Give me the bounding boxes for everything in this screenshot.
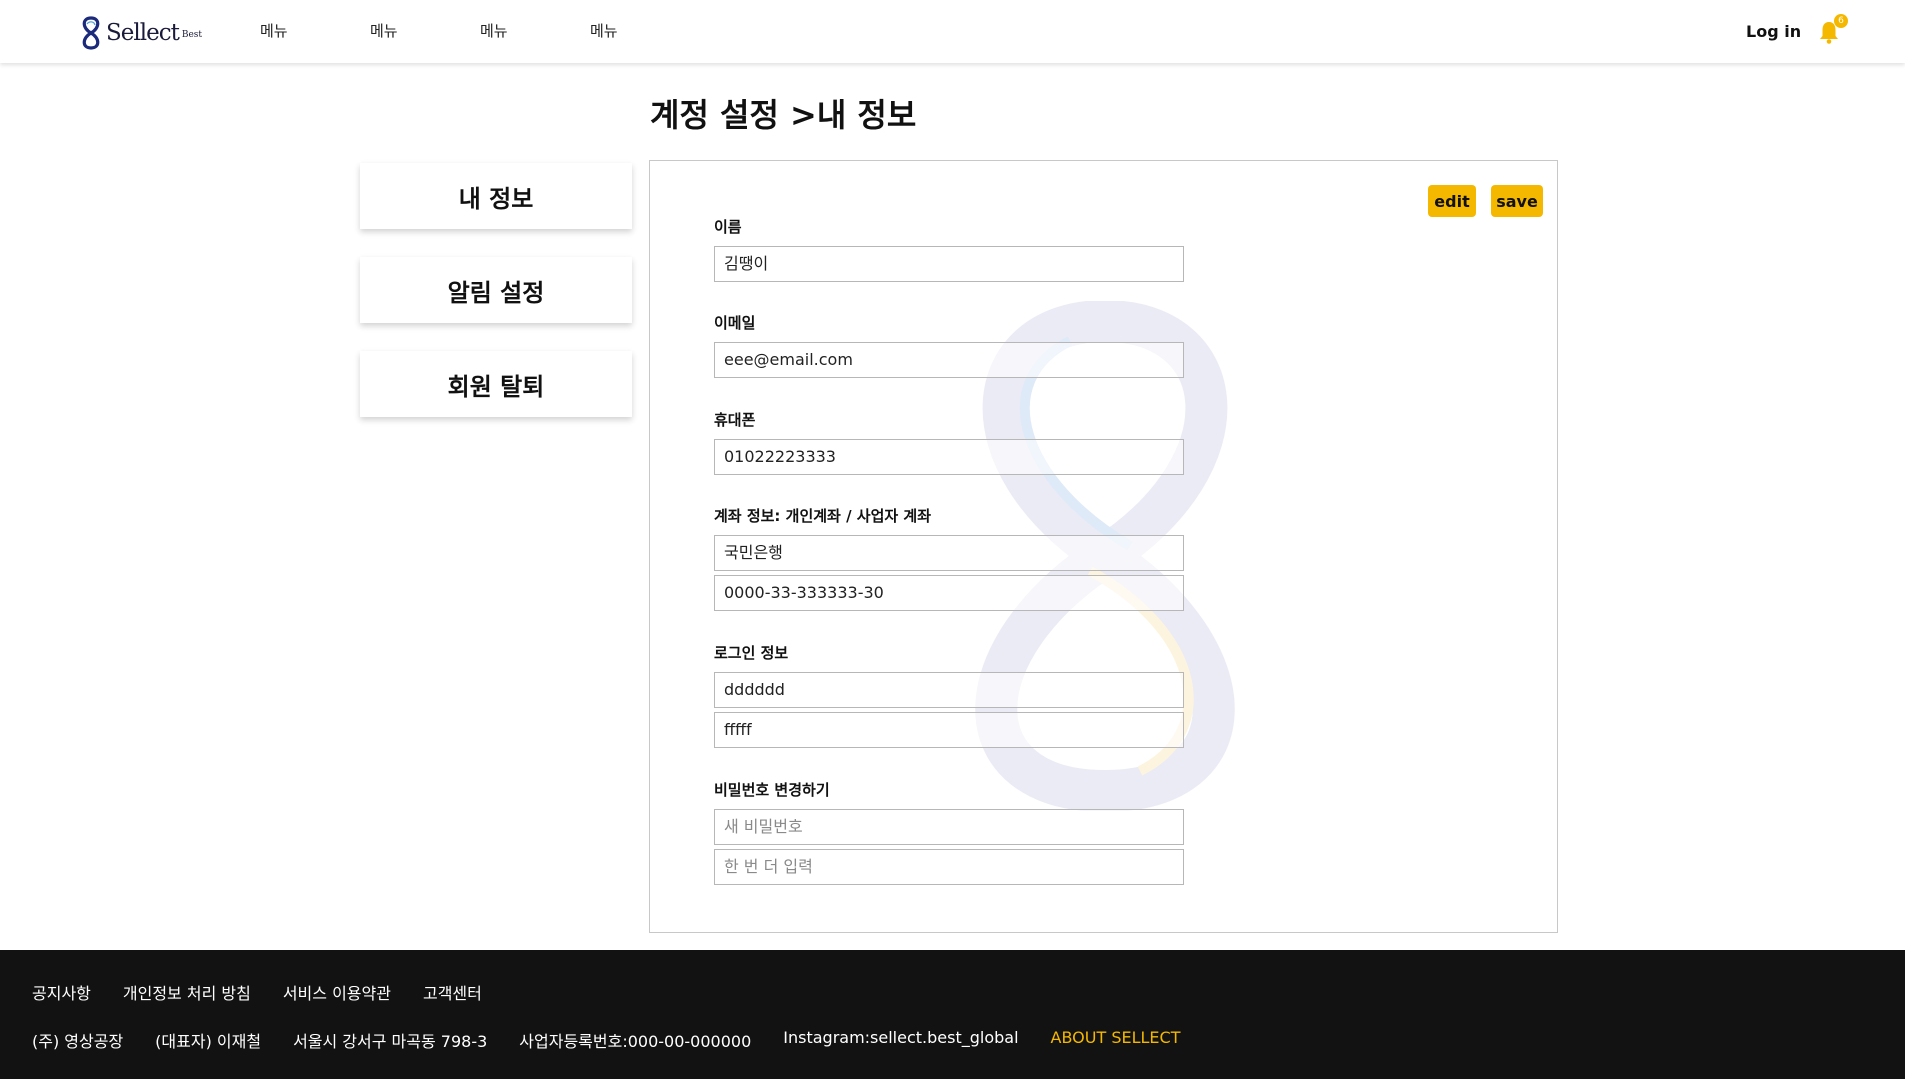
logo-subtext: Best: [181, 30, 203, 40]
account-info-label: 계좌 정보: 개인계좌 / 사업자 계좌: [714, 507, 931, 525]
account-number-field[interactable]: 0000-33-333333-30: [714, 575, 1184, 611]
footer-company-info: (주) 영상공장 (대표자) 이재철 서울시 강서구 마곡동 798-3 사업자…: [32, 1028, 1180, 1052]
save-button[interactable]: save: [1491, 185, 1543, 217]
email-label: 이메일: [714, 314, 756, 332]
instagram-handle: Instagram:sellect.best_global: [783, 1028, 1019, 1047]
footer-link-privacy[interactable]: 개인정보 처리 방침: [123, 980, 251, 1004]
footer-link-notice[interactable]: 공지사항: [32, 980, 91, 1004]
account-form-panel: edit save 이름 김땡이 이메일 eee@email.com 휴대폰 0…: [649, 160, 1558, 933]
login-password-field[interactable]: fffff: [714, 712, 1184, 748]
name-field[interactable]: 김땡이: [714, 246, 1184, 282]
phone-field[interactable]: 01022223333: [714, 439, 1184, 475]
nav-item-menu-1[interactable]: 메뉴: [260, 20, 370, 41]
login-link[interactable]: Log in: [1746, 22, 1801, 41]
name-label: 이름: [714, 218, 742, 236]
new-password-field[interactable]: 새 비밀번호: [714, 809, 1184, 845]
logo-mark-icon: [82, 16, 100, 50]
nav-item-menu-3[interactable]: 메뉴: [480, 20, 590, 41]
top-header: Sellect Best 메뉴 메뉴 메뉴 메뉴 Log in 6: [0, 0, 1905, 63]
about-sellect-link[interactable]: ABOUT SELLECT: [1051, 1028, 1181, 1052]
company-address: 서울시 강서구 마곡동 798-3: [293, 1032, 488, 1051]
password-change-label: 비밀번호 변경하기: [714, 781, 830, 799]
footer-links: 공지사항 개인정보 처리 방침 서비스 이용약관 고객센터: [32, 980, 514, 1004]
footer: 공지사항 개인정보 처리 방침 서비스 이용약관 고객센터 (주) 영상공장 (…: [0, 950, 1905, 1079]
nav-item-menu-2[interactable]: 메뉴: [370, 20, 480, 41]
logo-text: Sellect: [106, 20, 180, 46]
footer-link-terms[interactable]: 서비스 이용약관: [283, 980, 391, 1004]
footer-link-support[interactable]: 고객센터: [423, 980, 482, 1004]
business-number: 사업자등록번호:000-00-000000: [519, 1032, 752, 1051]
edit-button[interactable]: edit: [1428, 185, 1476, 217]
sidebar-item-withdraw[interactable]: 회원 탈퇴: [360, 351, 632, 417]
sellect-logo[interactable]: Sellect Best: [78, 14, 202, 50]
company-name: (주) 영상공장: [32, 1032, 124, 1051]
sidebar-item-my-info[interactable]: 내 정보: [360, 163, 632, 229]
phone-label: 휴대폰: [714, 411, 756, 429]
bank-name-field[interactable]: 국민은행: [714, 535, 1184, 571]
login-id-field[interactable]: dddddd: [714, 672, 1184, 708]
nav-item-menu-4[interactable]: 메뉴: [590, 20, 700, 41]
sidebar-item-notification-settings[interactable]: 알림 설정: [360, 257, 632, 323]
notification-count-badge: 6: [1834, 14, 1848, 28]
login-info-label: 로그인 정보: [714, 644, 789, 662]
page-title: 계정 설정 >내 정보: [650, 96, 917, 134]
email-field[interactable]: eee@email.com: [714, 342, 1184, 378]
main-nav: 메뉴 메뉴 메뉴 메뉴: [260, 20, 700, 41]
confirm-password-field[interactable]: 한 번 더 입력: [714, 849, 1184, 885]
company-ceo: (대표자) 이재철: [155, 1032, 262, 1051]
